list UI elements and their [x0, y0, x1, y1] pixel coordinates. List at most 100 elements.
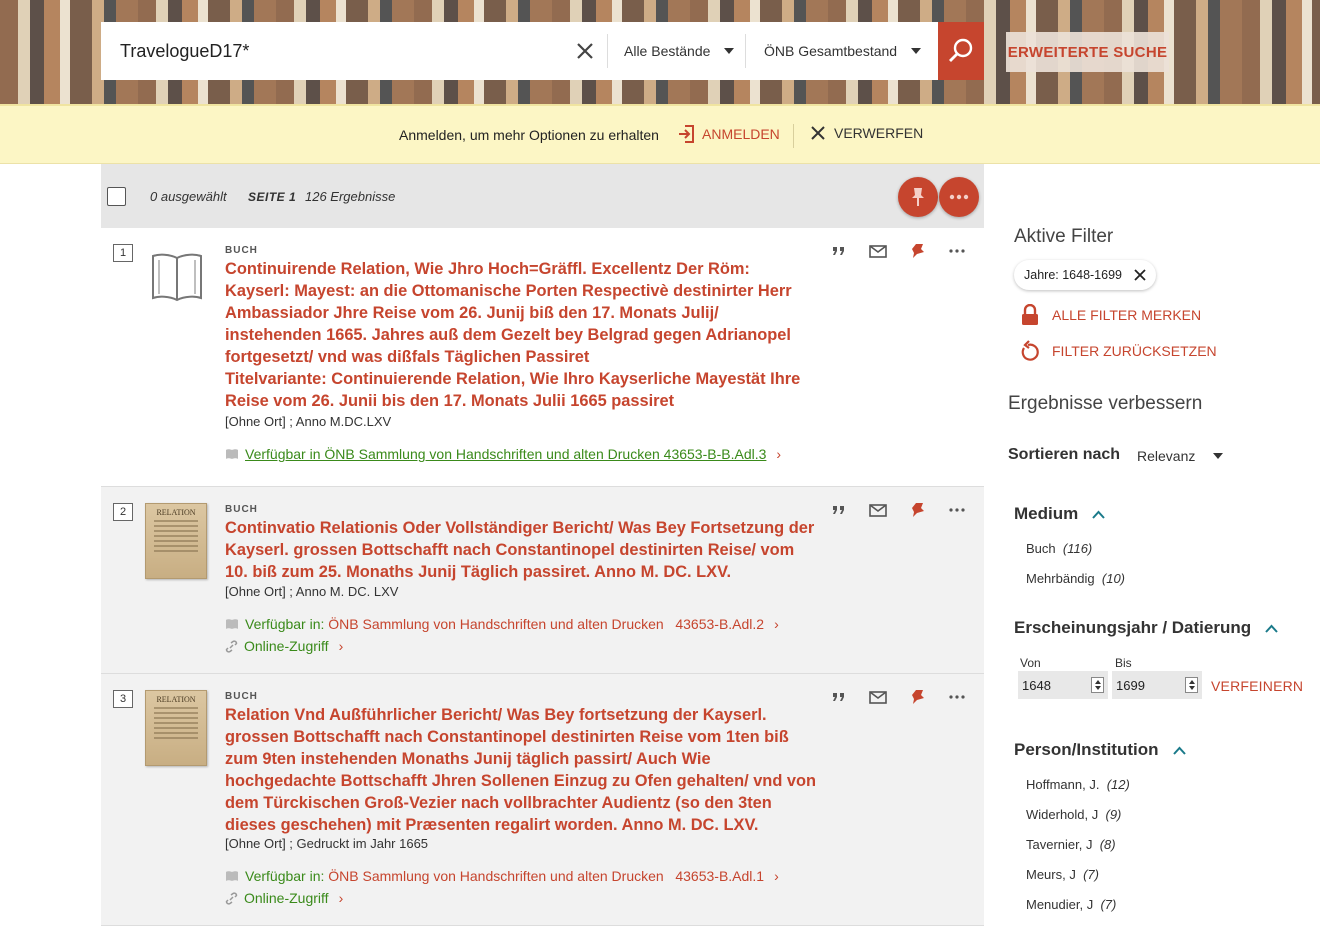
result-item: 2 RELATION BUCH Continvatio Relationis O… [101, 487, 984, 674]
chevron-right-icon: › [338, 890, 344, 906]
year-to-input[interactable]: 1699 [1112, 671, 1202, 699]
lock-icon [1022, 304, 1038, 325]
sort-label: Sortieren nach [1008, 446, 1121, 463]
facet-item[interactable]: Hoffmann, J. (12) [1026, 777, 1130, 792]
pin-all-button[interactable] [898, 177, 938, 217]
facet-item[interactable]: Meurs, J (7) [1026, 867, 1099, 882]
online-access-link[interactable]: Online-Zugriff › [225, 890, 343, 906]
chevron-right-icon: › [776, 446, 782, 462]
scope-select-collection[interactable]: Alle Bestände [624, 22, 735, 80]
facet-item-count: (10) [1101, 571, 1126, 586]
facet-item-label: Widerhold, J [1026, 807, 1099, 822]
year-from-value: 1648 [1022, 677, 1051, 693]
selected-count: 0 ausgewählt [150, 189, 227, 204]
mail-icon[interactable] [867, 242, 889, 260]
availability-link[interactable]: Verfügbar in: ÖNB Sammlung von Handschri… [225, 616, 779, 632]
pin-icon[interactable] [907, 688, 929, 706]
divider [745, 34, 746, 68]
filter-chip-label: Jahre: 1648-1699 [1024, 268, 1122, 282]
online-access-link[interactable]: Online-Zugriff › [225, 638, 343, 654]
login-label: ANMELDEN [702, 126, 780, 142]
book-open-icon [226, 871, 238, 881]
facet-item-label: Hoffmann, J. [1026, 777, 1100, 792]
result-title-variant: Titelvariante: Continuierende Relation, … [225, 370, 801, 410]
quote-icon[interactable] [828, 688, 850, 706]
reset-filters-button[interactable]: FILTER ZURÜCKSETZEN [1020, 340, 1217, 362]
availability-prefix: Verfügbar in: [245, 616, 325, 632]
mail-icon[interactable] [867, 501, 889, 519]
scope-select-holdings[interactable]: ÖNB Gesamtbestand [764, 22, 922, 80]
sort-select[interactable]: Relevanz [1137, 448, 1224, 464]
year-to-value: 1699 [1116, 677, 1145, 693]
more-icon[interactable] [946, 688, 968, 706]
pin-icon[interactable] [907, 501, 929, 519]
keep-filters-label: ALLE FILTER MERKEN [1052, 307, 1202, 323]
availability-signature: 43653-B.Adl.1 [675, 868, 765, 884]
pin-icon [912, 188, 924, 206]
link-icon [225, 639, 238, 653]
advanced-search-button[interactable]: ERWEITERTE SUCHE [1006, 32, 1169, 72]
login-button[interactable]: ANMELDEN [678, 124, 780, 144]
more-icon [949, 194, 969, 200]
year-to-stepper[interactable] [1185, 677, 1198, 693]
facet-person-toggle[interactable]: Person/Institution [1014, 740, 1186, 760]
facet-year-toggle[interactable]: Erscheinungsjahr / Datierung [1014, 618, 1278, 638]
facet-medium-toggle[interactable]: Medium [1014, 504, 1105, 524]
thumbnail-text: RELATION [156, 695, 196, 704]
dismiss-button[interactable]: VERWERFEN [810, 125, 923, 141]
result-title-text: Continuirende Relation, Wie Jhro Hoch=Gr… [225, 260, 792, 366]
availability-link[interactable]: Verfügbar in ÖNB Sammlung von Handschrif… [225, 446, 781, 462]
facet-item[interactable]: Mehrbändig (10) [1026, 571, 1125, 586]
result-number: 3 [113, 690, 133, 708]
results-toolbar: 0 ausgewählt SEITE 1 126 Ergebnisse [101, 164, 984, 228]
quote-icon[interactable] [828, 242, 850, 260]
more-icon[interactable] [946, 242, 968, 260]
login-icon [679, 125, 694, 143]
chevron-up-icon [1092, 510, 1105, 519]
thumbnail-text: RELATION [156, 508, 196, 517]
close-icon [811, 126, 825, 140]
result-thumbnail[interactable]: RELATION [145, 503, 207, 579]
results-count: 126 Ergebnisse [305, 189, 396, 204]
filter-chip[interactable]: Jahre: 1648-1699 [1014, 260, 1156, 290]
search-input[interactable] [101, 22, 561, 80]
clear-search-icon[interactable] [573, 39, 597, 63]
result-number: 1 [113, 244, 133, 262]
result-number: 2 [113, 503, 133, 521]
reset-filters-label: FILTER ZURÜCKSETZEN [1052, 343, 1217, 359]
mail-icon[interactable] [867, 688, 889, 706]
search-bar: Alle Bestände ÖNB Gesamtbestand [101, 22, 938, 80]
year-from-input[interactable]: 1648 [1018, 671, 1108, 699]
login-message: Anmelden, um mehr Optionen zu erhalten [399, 127, 659, 143]
result-title[interactable]: Relation Vnd Außführlicher Bericht/ Was … [225, 704, 821, 836]
facet-item-label: Tavernier, J [1026, 837, 1093, 852]
availability-location: ÖNB Sammlung von Handschriften und alten… [328, 868, 664, 884]
result-publication: [Ohne Ort] ; Anno M. DC. LXV [225, 584, 399, 599]
availability-prefix: Verfügbar in: [245, 868, 325, 884]
keep-filters-button[interactable]: ALLE FILTER MERKEN [1020, 304, 1201, 326]
result-title[interactable]: Continvatio Relationis Oder Vollständige… [225, 517, 817, 583]
more-options-button[interactable] [939, 177, 979, 217]
facet-item-count: (7) [1100, 897, 1117, 912]
year-from-stepper[interactable] [1091, 677, 1104, 693]
result-type: BUCH [225, 504, 258, 515]
result-title[interactable]: Continuirende Relation, Wie Jhro Hoch=Gr… [225, 258, 817, 412]
login-bar: Anmelden, um mehr Optionen zu erhalten A… [0, 104, 1320, 164]
search-button[interactable] [938, 22, 984, 80]
availability-link[interactable]: Verfügbar in: ÖNB Sammlung von Handschri… [225, 868, 779, 884]
quote-icon[interactable] [828, 501, 850, 519]
result-thumbnail[interactable]: RELATION [145, 690, 207, 766]
more-icon[interactable] [946, 501, 968, 519]
search-icon [949, 38, 973, 62]
select-all-checkbox[interactable] [107, 187, 126, 206]
facet-item[interactable]: Buch (116) [1026, 541, 1092, 556]
facet-item[interactable]: Widerhold, J (9) [1026, 807, 1121, 822]
chevron-up-icon [1265, 624, 1278, 633]
result-item: 3 RELATION BUCH Relation Vnd Außführlich… [101, 674, 984, 926]
facet-item[interactable]: Menudier, J (7) [1026, 897, 1116, 912]
refine-button[interactable]: VERFEINERN [1211, 678, 1303, 694]
pin-icon[interactable] [907, 242, 929, 260]
facet-item[interactable]: Tavernier, J (8) [1026, 837, 1116, 852]
active-filters-heading: Aktive Filter [1014, 226, 1114, 247]
close-icon[interactable] [1134, 269, 1146, 281]
